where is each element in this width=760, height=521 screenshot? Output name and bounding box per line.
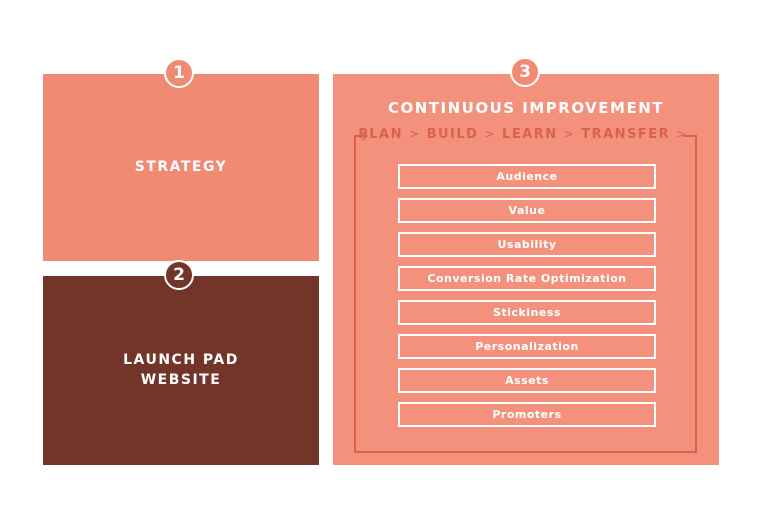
continuous-improvement-title: CONTINUOUS IMPROVEMENT [387,99,665,117]
chevron-right-icon: > [676,127,688,141]
stage-learn: LEARN [502,127,558,142]
step-badge-2: 2 [164,260,194,290]
stage-build: BUILD [426,127,479,142]
strategy-panel: STRATEGY [43,74,319,261]
item-personalization: Personalization [398,334,656,359]
chevron-right-icon: > [484,127,497,141]
item-promoters: Promoters [398,402,656,427]
chevron-right-icon: > [409,127,421,141]
item-conversion-rate-optimization: Conversion Rate Optimization [398,266,656,291]
launch-pad-panel: LAUNCH PAD WEBSITE [43,276,319,465]
item-usability: Usability [398,232,656,257]
stage-plan: PLAN [358,127,404,142]
chevron-right-icon: > [563,127,576,141]
step-badge-1: 1 [164,58,194,88]
item-stickiness: Stickiness [398,300,656,325]
item-value: Value [398,198,656,223]
launch-pad-label: LAUNCH PAD WEBSITE [123,352,239,388]
step-badge-3: 3 [510,57,540,87]
item-audience: Audience [398,164,656,189]
item-assets: Assets [398,368,656,393]
stage-transfer: TRANSFER [581,127,671,142]
continuous-improvement-panel: CONTINUOUS IMPROVEMENT PLAN > BUILD > LEARN >… [333,74,719,465]
cycle-stages: PLAN > BUILD > LEARN > TRANSFER > [333,127,719,142]
strategy-label: STRATEGY [134,159,228,175]
improvement-items-list: Audience Value Usability Conversion Rate… [398,164,656,436]
